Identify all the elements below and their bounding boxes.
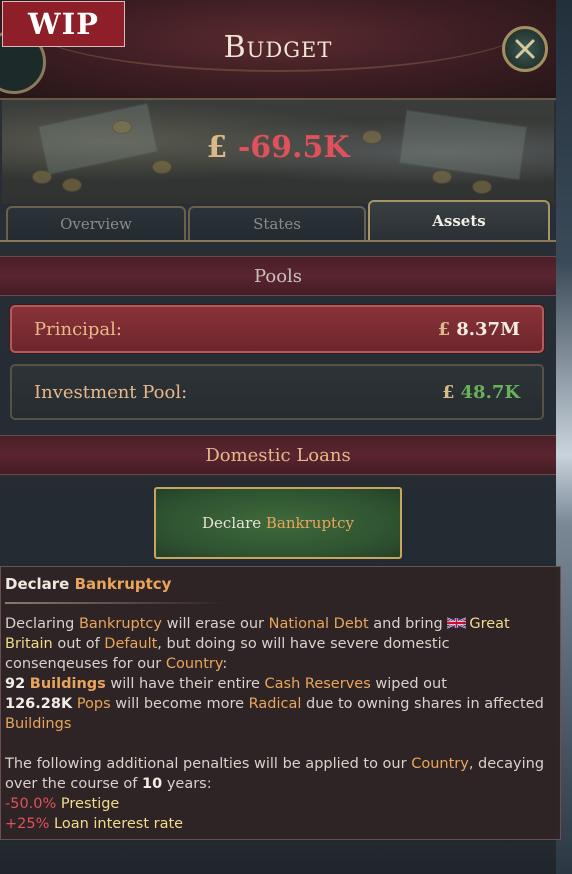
tab-assets[interactable]: Assets [368,200,550,240]
coin-decoration [32,170,52,184]
principal-value: 8.37M [456,318,520,340]
principal-label: Principal: [34,318,122,340]
coin-decoration [432,170,452,184]
balance-value: -69.5K [237,130,350,165]
principal-row[interactable]: Principal: £8.37M [10,305,544,353]
tab-overview[interactable]: Overview [6,206,186,240]
tab-label: States [253,215,301,233]
pools-header: Pools [0,256,556,296]
domestic-loans-header: Domestic Loans [0,435,556,475]
coin-decoration [472,180,492,194]
tooltip-divider [5,602,225,604]
button-label-highlight: Bankruptcy [265,514,354,532]
close-icon [515,39,535,59]
declare-bankruptcy-button[interactable]: Declare Bankruptcy [154,487,402,559]
uk-flag-icon [447,617,467,629]
tooltip-title: Declare Bankruptcy [5,575,172,593]
tooltip-pops-line: 126.28K Pops will become more Radical du… [5,696,544,732]
tab-divider [0,240,556,242]
tooltip-penalties-intro: The following additional penalties will … [5,756,545,792]
panel-footer [0,842,556,874]
investment-pool-value: 48.7K [460,381,520,403]
page-title: Budget [223,30,333,65]
pound-icon: £ [206,130,228,165]
balance-readout: £ -69.5K [0,130,556,165]
coin-decoration [62,178,82,192]
pound-icon: £ [437,318,451,340]
button-label-prefix: Declare [202,514,262,532]
tooltip-buildings-line: 92 Buildings will have their entire Cash… [5,676,447,692]
pound-icon: £ [441,381,455,403]
tab-label: Assets [432,212,486,230]
investment-pool-row[interactable]: Investment Pool: £48.7K [10,364,544,420]
tab-states[interactable]: States [188,206,366,240]
close-button[interactable] [502,26,548,72]
penalty-loan-interest: +25% Loan interest rate [5,816,184,832]
investment-pool-label: Investment Pool: [34,381,188,403]
tab-label: Overview [60,215,132,233]
bankruptcy-tooltip: Declare Bankruptcy Declaring Bankruptcy … [0,566,561,840]
tab-bar: Overview States Assets [6,200,550,242]
penalty-prestige: -50.0% Prestige [5,796,120,812]
tooltip-paragraph: Declaring Bankruptcy will erase our Nati… [5,616,510,672]
